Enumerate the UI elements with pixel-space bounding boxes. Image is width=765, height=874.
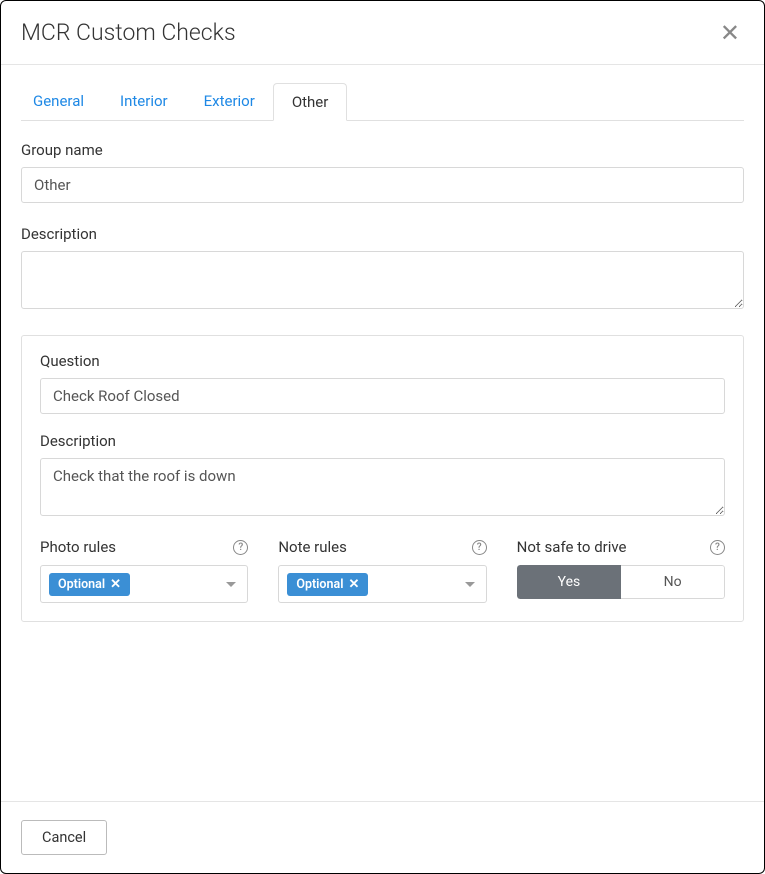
not-safe-col: Not safe to drive ? Yes No [517, 538, 725, 603]
group-description-input[interactable] [21, 251, 744, 309]
group-name-label: Group name [21, 141, 744, 159]
tag-remove-icon[interactable]: ✕ [348, 578, 359, 591]
help-icon[interactable]: ? [472, 540, 487, 555]
help-icon[interactable]: ? [710, 540, 725, 555]
photo-rules-label-row: Photo rules ? [40, 538, 248, 556]
group-name-field: Group name [21, 141, 744, 203]
group-name-input[interactable] [21, 167, 744, 203]
modal-header: MCR Custom Checks ✕ [1, 1, 764, 65]
tag-remove-icon[interactable]: ✕ [110, 578, 121, 591]
question-description-input[interactable] [40, 458, 725, 516]
group-description-label: Description [21, 225, 744, 243]
cancel-button[interactable]: Cancel [21, 820, 107, 855]
question-label: Question [40, 352, 725, 370]
not-safe-toggle: Yes No [517, 565, 725, 599]
tab-exterior[interactable]: Exterior [186, 83, 273, 121]
question-field: Question [40, 352, 725, 414]
modal-body: General Interior Exterior Other Group na… [1, 65, 764, 801]
not-safe-label: Not safe to drive [517, 538, 627, 556]
photo-rules-tag: Optional ✕ [49, 573, 130, 596]
not-safe-label-row: Not safe to drive ? [517, 538, 725, 556]
tag-label: Optional [296, 577, 343, 592]
note-rules-label: Note rules [278, 538, 347, 556]
note-rules-select[interactable]: Optional ✕ [278, 565, 486, 603]
group-description-field: Description [21, 225, 744, 313]
chevron-down-icon [226, 582, 236, 587]
photo-rules-col: Photo rules ? Optional ✕ [40, 538, 248, 603]
question-description-label: Description [40, 432, 725, 450]
help-icon[interactable]: ? [233, 540, 248, 555]
photo-rules-label: Photo rules [40, 538, 116, 556]
modal-footer: Cancel [1, 801, 764, 873]
note-rules-tag: Optional ✕ [287, 573, 368, 596]
modal-title: MCR Custom Checks [21, 19, 236, 46]
note-rules-col: Note rules ? Optional ✕ [278, 538, 486, 603]
chevron-down-icon [465, 582, 475, 587]
tab-bar: General Interior Exterior Other [21, 83, 744, 121]
question-card: Question Description Photo rules ? Optio… [21, 335, 744, 622]
tag-label: Optional [58, 577, 105, 592]
toggle-no[interactable]: No [621, 565, 725, 599]
rules-row: Photo rules ? Optional ✕ Note rules ? [40, 538, 725, 603]
note-rules-label-row: Note rules ? [278, 538, 486, 556]
toggle-yes[interactable]: Yes [517, 565, 622, 599]
tab-interior[interactable]: Interior [102, 83, 186, 121]
question-input[interactable] [40, 378, 725, 414]
photo-rules-select[interactable]: Optional ✕ [40, 565, 248, 603]
question-description-field: Description [40, 432, 725, 520]
close-icon[interactable]: ✕ [716, 21, 744, 45]
tab-general[interactable]: General [21, 83, 102, 121]
tab-other[interactable]: Other [273, 83, 348, 121]
